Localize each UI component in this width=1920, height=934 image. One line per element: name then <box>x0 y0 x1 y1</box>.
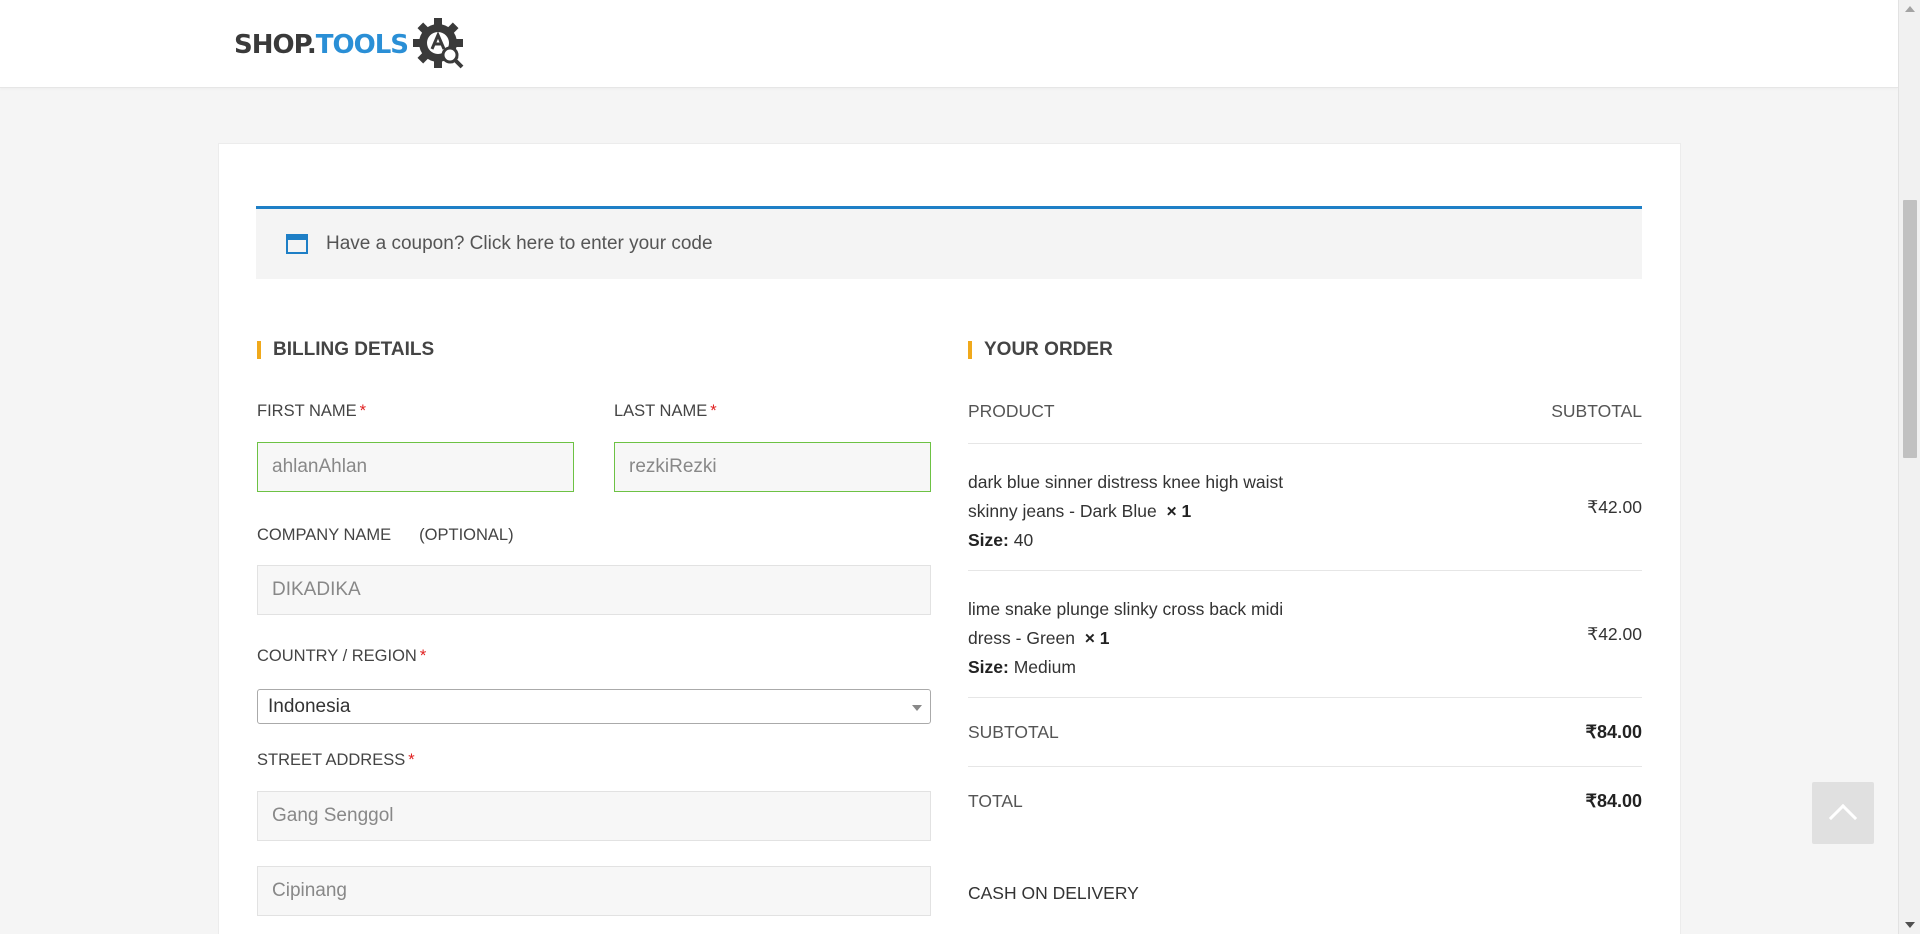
last-name-label: LAST NAME * <box>614 402 717 421</box>
first-name-label: FIRST NAME * <box>257 402 366 421</box>
item-price: ₹42.00 <box>1587 624 1642 644</box>
gear-logo-icon <box>412 18 464 69</box>
logo-text-shop: SHOP. <box>234 30 317 60</box>
street-address-line2-input[interactable]: Cipinang <box>257 866 931 916</box>
chevron-up-icon <box>1828 803 1858 833</box>
total-label: TOTAL <box>968 791 1023 811</box>
billing-details-title: BILLING DETAILS <box>257 340 434 359</box>
last-name-value: rezkiRezki <box>629 456 717 477</box>
subtotal-column-header: SUBTOTAL <box>1551 401 1642 421</box>
item-size-label: Size: <box>968 657 1009 677</box>
coupon-notice[interactable]: Have a coupon? Click here to enter your … <box>256 206 1642 279</box>
company-name-label-text: COMPANY NAME <box>257 526 392 544</box>
logo-text: SHOP.TOOLS <box>234 30 409 60</box>
shop-tools-logo[interactable]: SHOP.TOOLS <box>234 16 468 74</box>
last-name-input[interactable]: rezkiRezki <box>614 442 931 492</box>
page-scrollbar[interactable] <box>1898 0 1920 934</box>
street-line2-value: Cipinang <box>272 880 347 901</box>
product-column-header: PRODUCT <box>968 401 1055 421</box>
street-line1-value: Gang Senggol <box>272 805 394 826</box>
street-address-label-text: STREET ADDRESS <box>257 751 406 769</box>
divider <box>968 570 1642 571</box>
required-marker: * <box>710 402 717 420</box>
country-label-text: COUNTRY / REGION <box>257 647 417 665</box>
divider <box>968 766 1642 767</box>
site-header: SHOP.TOOLS <box>0 0 1898 88</box>
street-address-label: STREET ADDRESS * <box>257 751 415 770</box>
item-name-line2-wrap: skinny jeans - Dark Blue × 1 <box>968 497 1283 526</box>
company-name-value: DIKADIKA <box>272 579 361 600</box>
item-size-wrap: Size: 40 <box>968 526 1283 555</box>
back-to-top-button[interactable] <box>1812 782 1874 844</box>
item-name-line2-wrap: dress - Green × 1 <box>968 624 1283 653</box>
scroll-thumb[interactable] <box>1903 200 1917 458</box>
required-marker: * <box>419 647 427 665</box>
item-size-value: Medium <box>1013 657 1076 677</box>
first-name-value: ahlanAhlan <box>272 456 368 477</box>
item-name-line1: dark blue sinner distress knee high wais… <box>968 472 1284 492</box>
first-name-label-text: FIRST NAME <box>257 402 357 420</box>
order-item: dark blue sinner distress knee high wais… <box>968 468 1283 555</box>
order-item: lime snake plunge slinky cross back midi… <box>968 595 1283 682</box>
item-name-line1: lime snake plunge slinky cross back midi <box>968 599 1284 619</box>
logo-text-tools: TOOLS <box>315 30 409 60</box>
country-label: COUNTRY / REGION * <box>257 647 426 666</box>
dropdown-arrow-icon <box>912 705 922 711</box>
your-order-title: YOUR ORDER <box>968 340 1113 359</box>
required-marker: * <box>359 402 367 420</box>
company-name-input[interactable]: DIKADIKA <box>257 565 931 615</box>
item-quantity: × 1 <box>1166 501 1192 521</box>
scroll-down-arrow-icon[interactable] <box>1905 922 1915 928</box>
required-marker: * <box>408 751 415 769</box>
company-name-label: COMPANY NAME (OPTIONAL) <box>257 526 514 545</box>
country-selected-value: Indonesia <box>268 695 351 717</box>
last-name-label-text: LAST NAME <box>614 402 708 420</box>
item-name-line2: dress - Green <box>968 628 1075 648</box>
item-size-wrap: Size: Medium <box>968 653 1283 682</box>
total-value: ₹84.00 <box>1585 791 1643 811</box>
item-price: ₹42.00 <box>1587 497 1642 517</box>
window-icon <box>286 234 308 254</box>
item-size-label: Size: <box>968 530 1009 550</box>
scroll-up-arrow-icon[interactable] <box>1905 6 1915 12</box>
item-name-line2: skinny jeans - Dark Blue <box>968 501 1157 521</box>
item-quantity: × 1 <box>1084 628 1110 648</box>
optional-marker: (OPTIONAL) <box>419 526 514 544</box>
first-name-input[interactable]: ahlanAhlan <box>257 442 574 492</box>
divider <box>968 443 1642 444</box>
subtotal-label: SUBTOTAL <box>968 722 1059 742</box>
country-select[interactable]: Indonesia <box>257 689 931 724</box>
item-size-value: 40 <box>1013 530 1034 550</box>
street-address-line1-input[interactable]: Gang Senggol <box>257 791 931 841</box>
divider <box>968 697 1642 698</box>
subtotal-value: ₹84.00 <box>1585 722 1643 742</box>
payment-method-cod[interactable]: CASH ON DELIVERY <box>968 883 1139 904</box>
coupon-link[interactable]: Have a coupon? Click here to enter your … <box>326 233 713 255</box>
